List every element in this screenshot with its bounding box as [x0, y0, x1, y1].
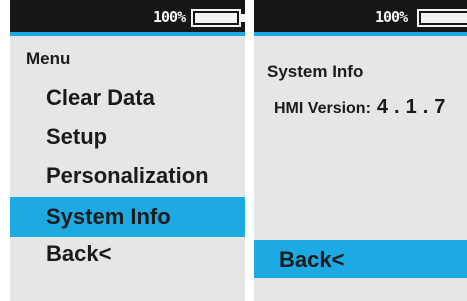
menu-item-setup[interactable]: Setup	[10, 117, 245, 157]
status-bar: 100%	[254, 0, 467, 36]
menu-item-personalization[interactable]: Personalization	[10, 156, 245, 196]
battery-level-fill	[195, 13, 237, 23]
battery-percentage: 100%	[375, 8, 408, 26]
menu-item-clear-data[interactable]: Clear Data	[10, 78, 245, 118]
battery-percentage: 100%	[153, 8, 186, 26]
version-value: 4.1.7	[376, 96, 452, 118]
menu-title: Menu	[26, 49, 71, 68]
menu-item-back[interactable]: Back<	[10, 234, 245, 274]
page-title: System Info	[267, 62, 364, 81]
menu-screen: 100% Menu Clear Data Setup Personalizati…	[10, 0, 245, 301]
status-bar: 100%	[10, 0, 245, 36]
battery-tip	[241, 14, 245, 22]
battery-icon	[417, 9, 467, 27]
battery-level-fill	[421, 13, 467, 23]
version-row: HMI Version: 4.1.7	[274, 96, 451, 119]
version-label: HMI Version:	[274, 100, 371, 117]
back-button[interactable]: Back<	[254, 240, 467, 278]
system-info-screen: 100% System Info HMI Version: 4.1.7 Back<	[254, 0, 467, 301]
battery-icon	[191, 9, 245, 27]
menu-item-system-info[interactable]: System Info	[10, 197, 245, 237]
